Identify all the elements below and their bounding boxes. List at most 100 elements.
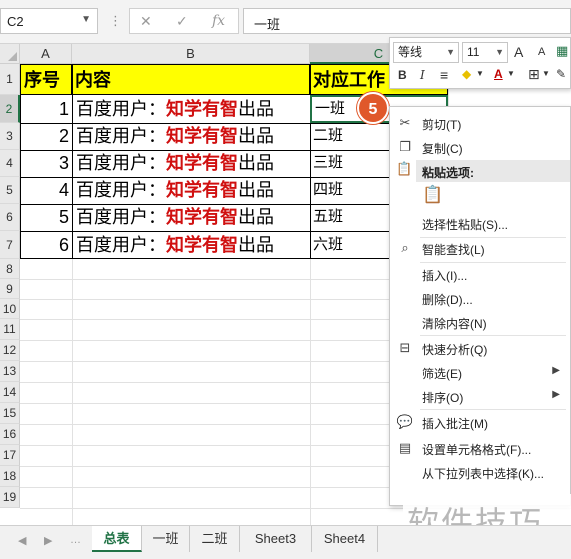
column-header-a[interactable]: A: [20, 44, 72, 64]
formula-input[interactable]: 一班: [243, 8, 571, 34]
cell-a6[interactable]: 5: [20, 204, 72, 231]
row-header[interactable]: 9: [0, 279, 20, 299]
cell-b4[interactable]: 百度用户：知学有智出品: [72, 150, 310, 177]
menu-item-cut[interactable]: ✂ 剪切(T): [390, 111, 570, 135]
cell-b2[interactable]: 百度用户：知学有智出品: [72, 95, 310, 123]
row-header[interactable]: 18: [0, 466, 20, 487]
context-menu: ✂ 剪切(T) ❐ 复制(C) 📋 粘贴选项: 📋 选择性粘贴(S)... ⌕ …: [389, 106, 571, 506]
cell-a4[interactable]: 3: [20, 150, 72, 177]
cell-a2[interactable]: 1: [20, 95, 72, 123]
row-header[interactable]: 19: [0, 487, 20, 508]
cell-b7[interactable]: 百度用户：知学有智出品: [72, 231, 310, 259]
row-header[interactable]: 10: [0, 299, 20, 319]
menu-item-label: 快速分析(Q): [422, 343, 488, 357]
row-header[interactable]: 6: [0, 204, 20, 231]
formula-bar-splitter[interactable]: ⋮: [109, 13, 122, 29]
select-all-button[interactable]: [0, 44, 20, 64]
menu-item-insert[interactable]: 插入(I)...: [390, 262, 570, 286]
menu-item-format-cells[interactable]: ▤ 设置单元格格式(F)...: [390, 436, 570, 460]
font-name-select[interactable]: 等线 ▼: [393, 42, 459, 63]
cell-c5[interactable]: 四班: [310, 177, 388, 204]
cell-b5[interactable]: 百度用户：知学有智出品: [72, 177, 310, 204]
scroll-tabs-left-icon[interactable]: ◀: [18, 534, 26, 547]
menu-item-paste-special[interactable]: 选择性粘贴(S)...: [390, 211, 570, 235]
menu-item-label: 插入批注(M): [422, 417, 488, 431]
row-header[interactable]: 4: [0, 150, 20, 177]
chevron-down-icon[interactable]: ▼: [476, 69, 484, 78]
paste-icon[interactable]: 📋: [422, 185, 443, 209]
cell-c7[interactable]: 六班: [310, 231, 388, 259]
cell-b6[interactable]: 百度用户：知学有智出品: [72, 204, 310, 231]
submenu-arrow-icon: ▶: [552, 389, 560, 400]
row-header[interactable]: 11: [0, 319, 20, 340]
row-header[interactable]: 16: [0, 424, 20, 445]
cell-a1[interactable]: 序号: [20, 64, 72, 95]
scroll-tabs-right-icon[interactable]: ▶: [44, 534, 52, 547]
grow-font-icon[interactable]: A: [514, 44, 523, 60]
sheet-tab-sheet4[interactable]: Sheet4: [312, 526, 378, 552]
menu-item-sort[interactable]: 排序(O) ▶: [390, 384, 570, 408]
row-header[interactable]: 15: [0, 403, 20, 424]
content-suffix: 出品: [238, 153, 274, 173]
sheet-tab-sheet3[interactable]: Sheet3: [240, 526, 312, 552]
row-header[interactable]: 5: [0, 177, 20, 204]
chevron-down-icon: ▼: [446, 47, 455, 57]
chevron-down-icon[interactable]: ▼: [507, 69, 515, 78]
format-painter-icon[interactable]: ✎: [556, 67, 566, 81]
name-box[interactable]: C2 ▼: [0, 8, 98, 34]
cancel-icon[interactable]: ✕: [140, 13, 152, 30]
chevron-down-icon[interactable]: ▼: [81, 14, 91, 25]
row-header[interactable]: 1: [0, 64, 20, 95]
cell-a5[interactable]: 4: [20, 177, 72, 204]
menu-item-copy[interactable]: ❐ 复制(C): [390, 135, 570, 159]
confirm-icon[interactable]: ✓: [176, 13, 188, 30]
font-color-icon[interactable]: A: [494, 67, 503, 81]
table-border: [20, 204, 390, 205]
cell-c6[interactable]: 五班: [310, 204, 388, 231]
menu-item-quick-analysis[interactable]: ⊟ 快速分析(Q): [390, 336, 570, 360]
row-header[interactable]: 12: [0, 340, 20, 361]
font-size-select[interactable]: 11 ▼: [462, 42, 508, 63]
sheet-tab-class2[interactable]: 二班: [190, 526, 240, 552]
menu-item-smart-lookup[interactable]: ⌕ 智能查找(L): [390, 236, 570, 260]
menu-item-label: 删除(D)...: [422, 293, 473, 307]
table-border: [20, 177, 390, 178]
menu-item-delete[interactable]: 删除(D)...: [390, 286, 570, 310]
bold-button[interactable]: B: [398, 68, 407, 82]
menu-item-filter[interactable]: 筛选(E) ▶: [390, 360, 570, 384]
fill-color-icon[interactable]: ◆: [462, 67, 471, 81]
insert-function-icon[interactable]: fx: [212, 13, 225, 29]
number-format-icon[interactable]: ▦: [556, 43, 568, 59]
content-prefix: 百度用户：: [76, 207, 166, 227]
tab-overflow-icon[interactable]: …: [70, 534, 81, 546]
row-header[interactable]: 3: [0, 123, 20, 150]
row-header[interactable]: 13: [0, 361, 20, 382]
format-cells-icon: ▤: [398, 440, 412, 455]
row-header[interactable]: 2: [0, 95, 20, 123]
cell-a3[interactable]: 2: [20, 123, 72, 150]
italic-button[interactable]: I: [420, 68, 425, 82]
content-suffix: 出品: [238, 99, 274, 119]
borders-icon[interactable]: ⊞: [528, 66, 540, 83]
cell-a7[interactable]: 6: [20, 231, 72, 259]
content-highlight: 知学有智: [166, 180, 238, 200]
sheet-tab-summary[interactable]: 总表: [92, 526, 142, 552]
row-header[interactable]: 7: [0, 231, 20, 259]
cell-b3[interactable]: 百度用户：知学有智出品: [72, 123, 310, 150]
row-header[interactable]: 8: [0, 259, 20, 279]
cell-c4[interactable]: 三班: [310, 150, 388, 177]
cell-c3[interactable]: 二班: [310, 123, 388, 150]
row-header[interactable]: 14: [0, 382, 20, 403]
row-header[interactable]: 17: [0, 445, 20, 466]
menu-item-insert-comment[interactable]: 💬 插入批注(M): [390, 410, 570, 434]
align-center-icon[interactable]: ≡: [440, 67, 448, 83]
gridline: [310, 259, 311, 525]
menu-item-pick-from-list[interactable]: 从下拉列表中选择(K)...: [390, 460, 570, 484]
menu-item-clear-contents[interactable]: 清除内容(N): [390, 310, 570, 334]
chevron-down-icon[interactable]: ▼: [542, 69, 550, 78]
table-border: [20, 123, 390, 124]
column-header-b[interactable]: B: [72, 44, 310, 64]
cell-b1[interactable]: 内容: [72, 64, 310, 95]
sheet-tab-class1[interactable]: 一班: [142, 526, 190, 552]
shrink-font-icon[interactable]: A: [538, 46, 545, 58]
